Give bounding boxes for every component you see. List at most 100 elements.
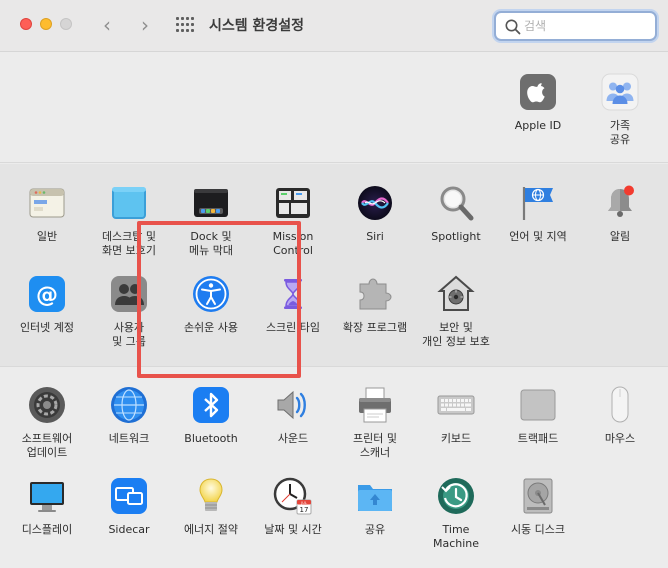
security-privacy-icon (436, 274, 476, 314)
family-sharing-icon (600, 72, 640, 112)
pref-label: 인터넷 계정 (19, 321, 75, 334)
pref-label: 소프트웨어 업데이트 (21, 432, 73, 459)
pref-label: 날짜 및 시간 (264, 523, 322, 536)
pref-notifications[interactable]: 알림 (579, 183, 661, 244)
pref-apple-id[interactable]: Apple ID (497, 72, 579, 133)
accessibility-icon (191, 274, 231, 314)
calendar-month: JUL (300, 501, 307, 505)
system-preferences-window: ‹ › 시스템 환경설정 Apple ID (0, 0, 668, 568)
close-window-button[interactable] (20, 18, 32, 30)
pref-label: 에너지 절약 (183, 523, 239, 536)
pref-label: 손쉬운 사용 (183, 321, 239, 334)
pref-printers-scanners[interactable]: 프린터 및 스캐너 (334, 385, 416, 460)
back-chevron-icon[interactable]: ‹ (96, 12, 118, 38)
internet-accounts-icon: @ (27, 274, 67, 314)
sidecar-icon (109, 476, 149, 516)
sound-icon (273, 385, 313, 425)
startup-disk-icon (518, 476, 558, 516)
pref-label: Apple ID (514, 119, 562, 132)
pref-sound[interactable]: 사운드 (252, 385, 334, 446)
date-time-icon: JUL 17 (273, 476, 313, 516)
pref-spotlight[interactable]: Spotlight (415, 183, 497, 244)
displays-icon (27, 476, 67, 516)
window-title: 시스템 환경설정 (209, 18, 305, 34)
pref-general[interactable]: 일반 (6, 183, 88, 244)
users-groups-icon (109, 274, 149, 314)
pref-displays[interactable]: 디스플레이 (6, 476, 88, 537)
pref-energy-saver[interactable]: 에너지 절약 (170, 476, 252, 537)
pref-keyboard[interactable]: 키보드 (415, 385, 497, 446)
pref-label: 공유 (364, 523, 386, 536)
pref-screen-time[interactable]: 스크린 타임 (252, 274, 334, 335)
pref-label: 사운드 (277, 432, 309, 445)
pref-software-update[interactable]: 소프트웨어 업데이트 (6, 385, 88, 460)
pref-mouse[interactable]: 마우스 (579, 385, 661, 446)
pref-accessibility[interactable]: 손쉬운 사용 (170, 274, 252, 335)
pref-label: Mission Control (272, 230, 314, 257)
screen-time-icon (273, 274, 313, 314)
pref-label: Dock 및 메뉴 막대 (189, 230, 233, 257)
pref-label: 키보드 (440, 432, 472, 445)
pref-label: 네트워크 (108, 432, 150, 445)
pref-label: 보안 및 개인 정보 보호 (422, 321, 490, 348)
pref-dock-menubar[interactable]: Dock 및 메뉴 막대 (170, 183, 252, 258)
search-field[interactable] (494, 11, 657, 41)
notifications-icon (600, 183, 640, 223)
pref-extensions[interactable]: 확장 프로그램 (334, 274, 416, 335)
pref-label: 트랙패드 (517, 432, 559, 445)
pref-label: 디스플레이 (21, 523, 73, 536)
pref-label: 알림 (609, 230, 631, 243)
dock-menubar-icon (191, 183, 231, 223)
show-all-grid-icon[interactable] (176, 17, 194, 33)
pref-mission-control[interactable]: Mission Control (252, 183, 334, 258)
svg-text:@: @ (36, 283, 58, 308)
pref-label: Bluetooth (184, 432, 238, 445)
pref-label: 프린터 및 스캐너 (353, 432, 397, 459)
pref-label: 스크린 타임 (265, 321, 321, 334)
pref-label: 가족 공유 (609, 119, 631, 146)
forward-chevron-icon[interactable]: › (134, 12, 156, 38)
pref-label: 마우스 (604, 432, 636, 445)
pref-label: 일반 (36, 230, 58, 243)
pref-label: 데스크탑 및 화면 보호기 (101, 230, 157, 257)
pref-language-region[interactable]: 언어 및 지역 (497, 183, 579, 244)
keyboard-icon (436, 385, 476, 425)
pref-sidecar[interactable]: Sidecar (88, 476, 170, 537)
pref-trackpad[interactable]: 트랙패드 (497, 385, 579, 446)
trackpad-icon (518, 385, 558, 425)
mouse-icon (600, 385, 640, 425)
pref-date-time[interactable]: JUL 17 날짜 및 시간 (252, 476, 334, 537)
pref-label: 확장 프로그램 (342, 321, 408, 334)
extensions-icon (355, 274, 395, 314)
pref-label: Spotlight (431, 230, 481, 243)
pref-label: 시동 디스크 (510, 523, 566, 536)
pref-family-sharing[interactable]: 가족 공유 (579, 72, 661, 147)
pref-siri[interactable]: Siri (334, 183, 416, 244)
pref-desktop-screensaver[interactable]: 데스크탑 및 화면 보호기 (88, 183, 170, 258)
pref-bluetooth[interactable]: Bluetooth (170, 385, 252, 446)
pref-users-groups[interactable]: 사용자 및 그룹 (88, 274, 170, 349)
general-icon (27, 183, 67, 223)
siri-icon (355, 183, 395, 223)
pref-sharing[interactable]: 공유 (334, 476, 416, 537)
pref-label: Time Machine (432, 523, 480, 550)
search-input[interactable] (524, 16, 644, 36)
language-region-icon (518, 183, 558, 223)
mission-control-icon (273, 183, 313, 223)
apple-id-icon (518, 72, 558, 112)
minimize-window-button[interactable] (40, 18, 52, 30)
pref-label: 사용자 및 그룹 (112, 321, 146, 348)
pref-label: Sidecar (108, 523, 150, 536)
pref-security-privacy[interactable]: 보안 및 개인 정보 보호 (415, 274, 497, 349)
pref-startup-disk[interactable]: 시동 디스크 (497, 476, 579, 537)
spotlight-icon (436, 183, 476, 223)
energy-saver-icon (191, 476, 231, 516)
pref-network[interactable]: 네트워크 (88, 385, 170, 446)
pref-internet-accounts[interactable]: @ 인터넷 계정 (6, 274, 88, 335)
sharing-icon (355, 476, 395, 516)
pref-label: 언어 및 지역 (509, 230, 567, 243)
title-bar: ‹ › 시스템 환경설정 (0, 0, 668, 52)
pref-time-machine[interactable]: Time Machine (415, 476, 497, 551)
zoom-window-button[interactable] (60, 18, 72, 30)
desktop-screensaver-icon (109, 183, 149, 223)
